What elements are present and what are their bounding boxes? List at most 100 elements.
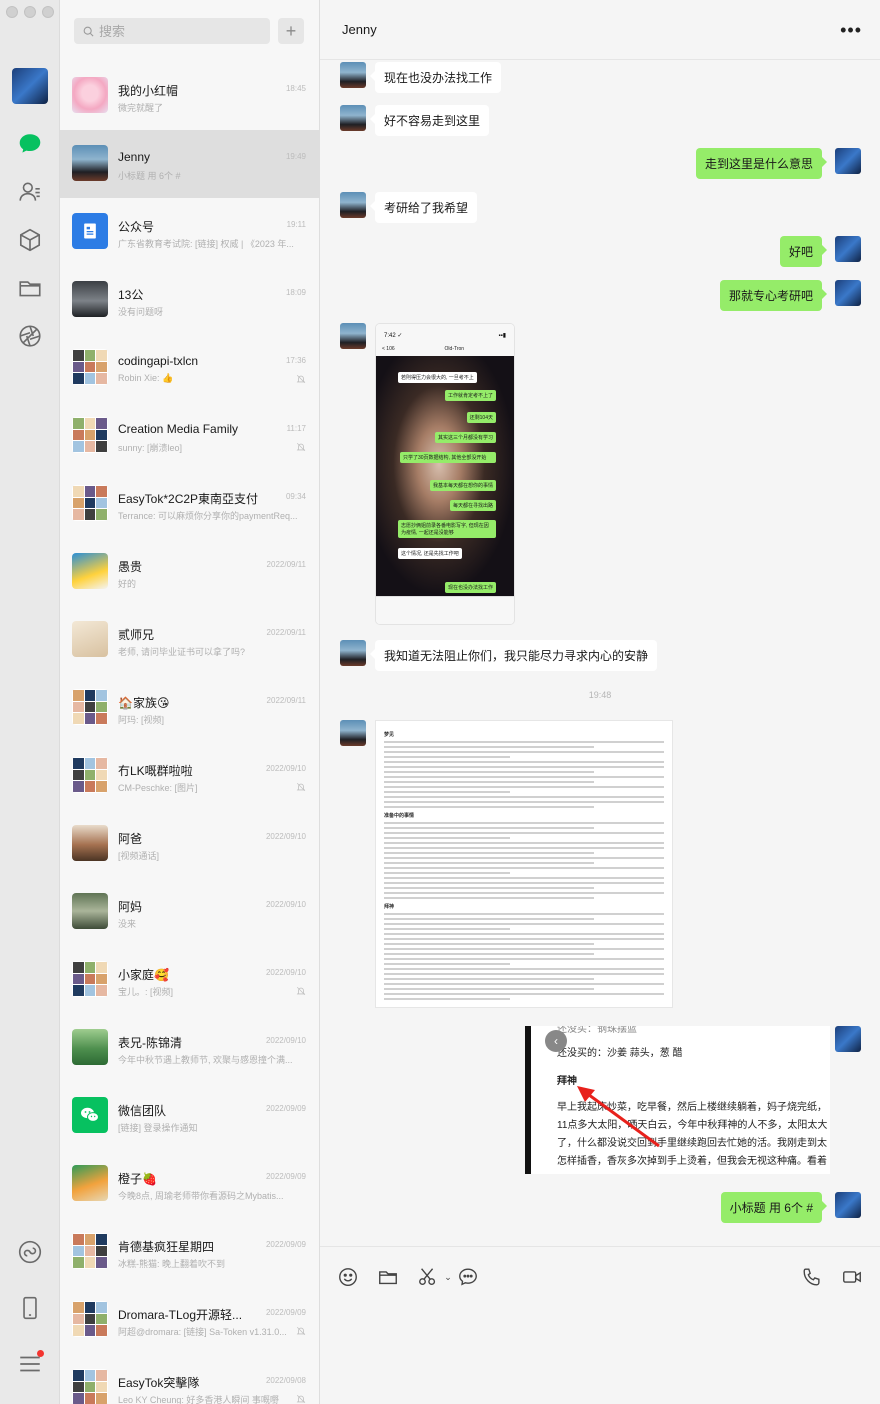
chat-item[interactable]: 我的小红帽 微完就醒了 18:45 [60,62,319,130]
my-avatar[interactable] [835,280,861,306]
contact-avatar[interactable] [340,105,366,131]
chat-time: 2022/09/11 [266,696,306,705]
my-avatar[interactable] [12,68,48,104]
chat-item[interactable]: 公众号 广东省教育考试院: [链接] 权威 | 《2023 年... 19:11 [60,198,319,266]
my-avatar[interactable] [835,236,861,262]
doc-text-line [384,988,594,990]
doc-text-line [384,892,664,894]
contacts-icon[interactable] [16,178,44,206]
message-bubble[interactable]: 好吧 [779,236,828,267]
my-avatar[interactable] [835,1026,861,1052]
chat-item[interactable]: 肯德基疯狂星期四 冰糕-熊猫: 晚上翻着吹不到 2022/09/09 [60,1218,319,1286]
doc-text-line [384,887,594,889]
chat-item[interactable]: 愚贵 好的 2022/09/11 [60,538,319,606]
message-bubble[interactable]: 好不容易走到这里 [369,105,490,136]
call-icon[interactable] [800,1265,824,1289]
emoji-icon[interactable] [336,1265,360,1289]
chat-name: 肯德基疯狂星期四 [118,1240,215,1254]
chat-item[interactable]: 阿爸 [视频通话] 2022/09/10 [60,810,319,878]
contact-avatar[interactable] [340,720,366,746]
chat-name: 愚贵 [118,560,143,574]
chat-item[interactable]: Jenny 小标题 用 6个 # 19:49 [60,130,319,198]
chat-time: 19:11 [286,220,306,229]
message-bubble[interactable]: 我知道无法阻止你们，我只能尽力寻求内心的安静 [369,640,658,671]
image-message-phone-screenshot[interactable]: 7:42 ✓ ▪▪▮ < 106 Old-Tron 若則得压力会很大的, 一旦考不上… [375,323,515,625]
minimize-window-button[interactable] [24,6,36,18]
chat-item[interactable]: 阿妈 没来 2022/09/10 [60,878,319,946]
chat-item[interactable]: Creation Media Family sunny: [崩溃leo] 11:17 [60,402,319,470]
chat-name: 小家庭🥰 [118,968,169,982]
chat-item[interactable]: EasyTok突擊隊 Leo KY Cheung: 好多香港人瞬间 事嘅嘢 2022… [60,1354,319,1404]
chat-icon[interactable] [16,130,44,158]
note-line: 还没买的：沙姜 蒜头，葱 醋 [557,1048,683,1059]
chat-item[interactable]: 🏠家族😘 阿玛: [视频] 2022/09/11 [60,674,319,742]
chat-name: 我的小红帽 [118,84,179,98]
chat-preview: 好的 [118,579,137,589]
menu-icon[interactable] [16,1350,44,1378]
chat-name: 13公 [118,288,144,302]
video-icon[interactable] [840,1265,864,1289]
close-window-button[interactable] [6,6,18,18]
contact-avatar[interactable] [340,62,366,88]
chat-item[interactable]: 贰师兄 老师, 请问毕业证书可以拿了吗? 2022/09/11 [60,606,319,674]
image-message-note[interactable]: 还没买：钢珠摆篮 还没买的：沙姜 蒜头，葱 醋 拜神 早上我起床炒菜，吃早餐，然… [525,1026,830,1174]
chat-bubble-icon[interactable] [456,1265,480,1289]
window-controls [6,6,54,18]
phone-icon[interactable] [16,1294,44,1322]
folder-icon[interactable] [376,1265,400,1289]
chat-item[interactable]: 表兄-陈锦清 今年中秋节遇上教师节, 欢聚与感恩撞个满... 2022/09/10 [60,1014,319,1082]
message-bubble[interactable]: 那就专心考研吧 [719,280,828,311]
doc-text-line [384,872,510,874]
search-input[interactable] [99,23,259,39]
chat-preview: 没来 [118,919,137,929]
doc-text-line [384,958,664,960]
phone-nav-title: Old-Tron [444,346,465,352]
chat-item[interactable]: 13公 没有问题呀 18:09 [60,266,319,334]
phone-bubble: 若則得压力会很大的, 一旦考不上 [398,372,477,383]
doc-text-line [384,963,510,965]
chat-item[interactable]: 橙子🍓 今晚8点, 周瑜老师带你看源码之Mybatis... 2022/09/09 [60,1150,319,1218]
chat-preview: 老师, 请问毕业证书可以拿了吗? [118,647,246,657]
message-composer[interactable]: ⌄ [320,1246,880,1404]
my-avatar[interactable] [835,1192,861,1218]
doc-text-line [384,983,664,985]
note-line: 怎样插香，香灰多次掉到手上烫着，但我会无视这种痛。看着 [557,1156,827,1167]
chat-name: Dromara-TLog开源轻... [118,1308,243,1322]
chat-preview: Leo KY Cheung: 好多香港人瞬间 事嘅嘢 [118,1395,279,1404]
more-options-button[interactable]: ••• [840,20,862,41]
chat-item[interactable]: EasyTok*2C2P東南亞支付 Terrance: 可以麻烦你分享你的paym… [60,470,319,538]
image-message-document[interactable]: 梦见 准备中的事情 拜神 [375,720,673,1008]
zoom-window-button[interactable] [42,6,54,18]
add-chat-button[interactable]: + [278,18,304,44]
red-arrow-icon [577,1086,660,1148]
doc-text-line [384,978,594,980]
miniprogram-icon[interactable] [16,1238,44,1266]
moments-icon[interactable] [16,322,44,350]
doc-text-line [384,791,510,793]
favorites-icon[interactable] [16,226,44,254]
message-bubble[interactable]: 现在也没办法找工作 [369,62,502,93]
doc-text-line [384,827,594,829]
doc-section-heading: 准备中的事情 [384,813,415,819]
chat-item[interactable]: codingapi-txlcn Robin Xie: 👍 17:36 [60,334,319,402]
chat-item[interactable]: 冇LK嘅群啦啦 CM-Peschke: [图片] 2022/09/10 [60,742,319,810]
mute-bell-icon [296,1326,306,1336]
contact-avatar[interactable] [340,192,366,218]
search-box[interactable] [74,18,270,44]
my-avatar[interactable] [835,148,861,174]
doc-text-line [384,943,594,945]
chat-item[interactable]: Dromara-TLog开源轻... 阿超@dromara: [链接] Sa-To… [60,1286,319,1354]
doc-text-line [384,766,664,768]
mute-bell-icon [296,986,306,996]
doc-text-line [384,822,664,824]
folder-icon[interactable] [16,274,44,302]
message-bubble[interactable]: 考研给了我希望 [369,192,478,223]
contact-avatar[interactable] [340,323,366,349]
chat-item[interactable]: 微信团队 [链接] 登录操作通知 2022/09/09 [60,1082,319,1150]
chat-time: 09:34 [285,492,306,501]
chat-item[interactable]: 小家庭🥰 宝儿。: [视频] 2022/09/10 [60,946,319,1014]
contact-avatar[interactable] [340,640,366,666]
message-bubble[interactable]: 小标题 用 6个 # [720,1192,828,1223]
message-bubble[interactable]: 走到这里是什么意思 [695,148,828,179]
chat-avatar [72,349,108,385]
